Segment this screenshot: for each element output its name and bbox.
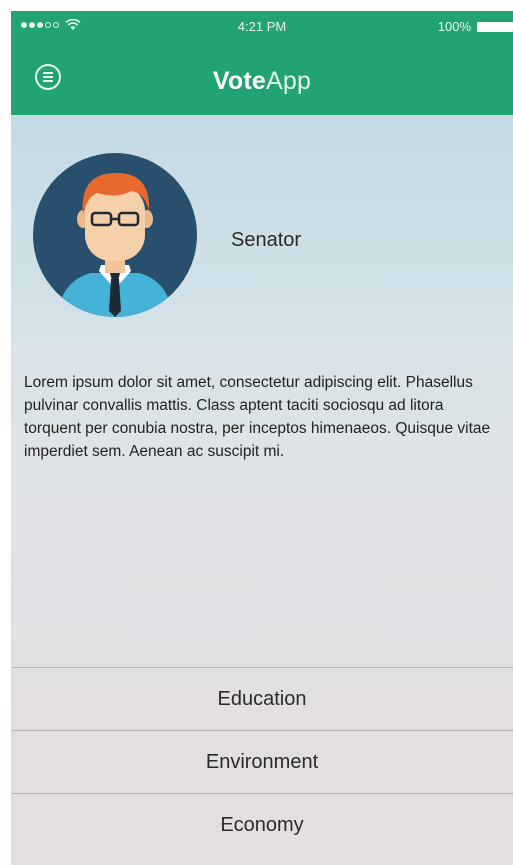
topic-label: Education — [217, 687, 307, 710]
topic-label: Economy — [220, 813, 304, 836]
topic-economy[interactable]: Economy — [11, 793, 513, 856]
app-title-bold: Vote — [212, 67, 267, 95]
topic-label: Environment — [205, 750, 319, 773]
app-header: 4:21 PM 100% VoteApp — [11, 11, 513, 115]
topic-list: Education Environment Economy — [11, 667, 513, 856]
app-screen: 4:21 PM 100% VoteApp Senator Lorem ipsum… — [11, 11, 513, 865]
topic-environment[interactable]: Environment — [11, 730, 513, 793]
battery-icon — [477, 21, 513, 32]
app-title: VoteApp — [11, 67, 513, 96]
profile-card: Senator — [11, 115, 513, 341]
battery-percentage: 100% — [437, 19, 471, 34]
official-title: Senator — [231, 229, 302, 251]
status-bar: 4:21 PM 100% — [11, 11, 513, 41]
bio-text: Lorem ipsum dolor sit amet, consectetur … — [24, 374, 491, 460]
app-title-light: App — [266, 67, 312, 95]
topic-education[interactable]: Education — [11, 667, 513, 730]
avatar — [33, 153, 197, 317]
status-right: 100% — [438, 19, 513, 34]
